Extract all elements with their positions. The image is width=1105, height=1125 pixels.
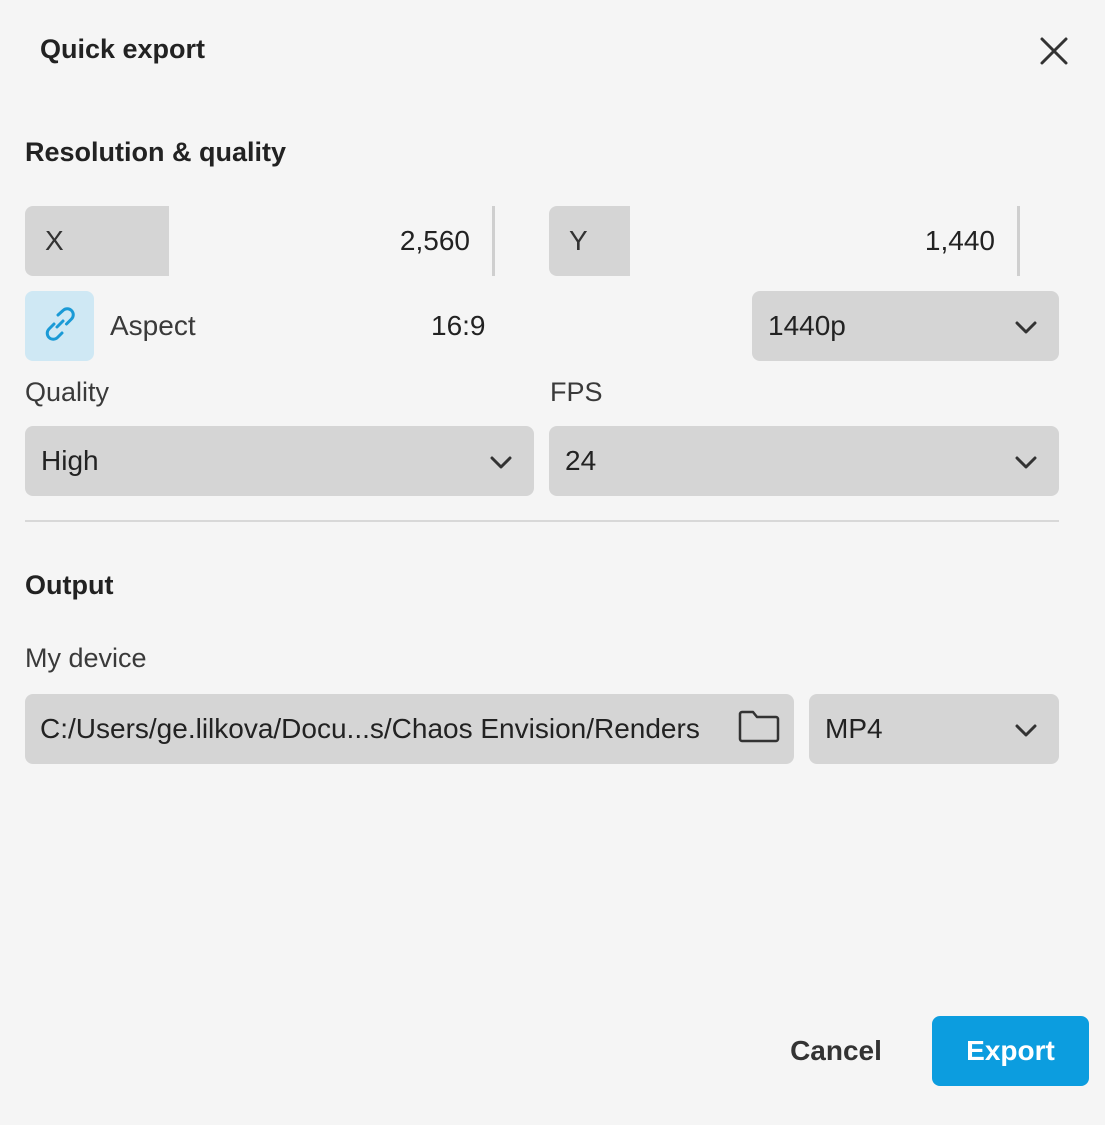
quality-label: Quality — [25, 377, 110, 407]
section-divider — [25, 520, 1059, 522]
chevron-down-icon — [1015, 310, 1037, 342]
y-axis-label: Y — [549, 206, 630, 276]
dialog-title: Quick export — [40, 34, 206, 64]
cancel-button[interactable]: Cancel — [770, 1016, 902, 1086]
folder-icon[interactable] — [738, 709, 780, 750]
export-button[interactable]: Export — [932, 1016, 1089, 1086]
y-resolution-value[interactable]: 1,440 — [630, 206, 1020, 276]
chevron-down-icon — [1015, 713, 1037, 745]
chevron-down-icon — [490, 445, 512, 477]
aspect-lock-button[interactable] — [25, 291, 94, 361]
x-axis-label: X — [25, 206, 169, 276]
format-value: MP4 — [825, 713, 883, 744]
format-dropdown[interactable]: MP4 — [809, 694, 1059, 764]
output-section-title: Output — [25, 570, 114, 600]
fps-dropdown[interactable]: 24 — [549, 426, 1059, 496]
fps-label: FPS — [550, 377, 603, 407]
quick-export-dialog: Quick export Resolution & quality X 2,56… — [0, 0, 1105, 1125]
output-path-value: C:/Users/ge.lilkova/Docu...s/Chaos Envis… — [40, 713, 700, 744]
aspect-ratio-value: 16:9 — [431, 310, 486, 341]
output-path-field[interactable]: C:/Users/ge.lilkova/Docu...s/Chaos Envis… — [25, 694, 794, 764]
chevron-down-icon — [1015, 445, 1037, 477]
resolution-preset-value: 1440p — [768, 310, 846, 341]
aspect-label: Aspect — [110, 310, 196, 341]
quality-dropdown[interactable]: High — [25, 426, 534, 496]
close-icon[interactable] — [1038, 35, 1070, 67]
y-resolution-field[interactable]: Y 1,440 — [549, 206, 1020, 276]
x-resolution-value[interactable]: 2,560 — [169, 206, 495, 276]
resolution-preset-dropdown[interactable]: 1440p — [752, 291, 1059, 361]
link-icon — [39, 303, 81, 350]
destination-label: My device — [25, 643, 147, 673]
x-resolution-field[interactable]: X 2,560 — [25, 206, 495, 276]
quality-value: High — [41, 445, 99, 476]
fps-value: 24 — [565, 445, 597, 476]
resolution-section-title: Resolution & quality — [25, 137, 287, 167]
